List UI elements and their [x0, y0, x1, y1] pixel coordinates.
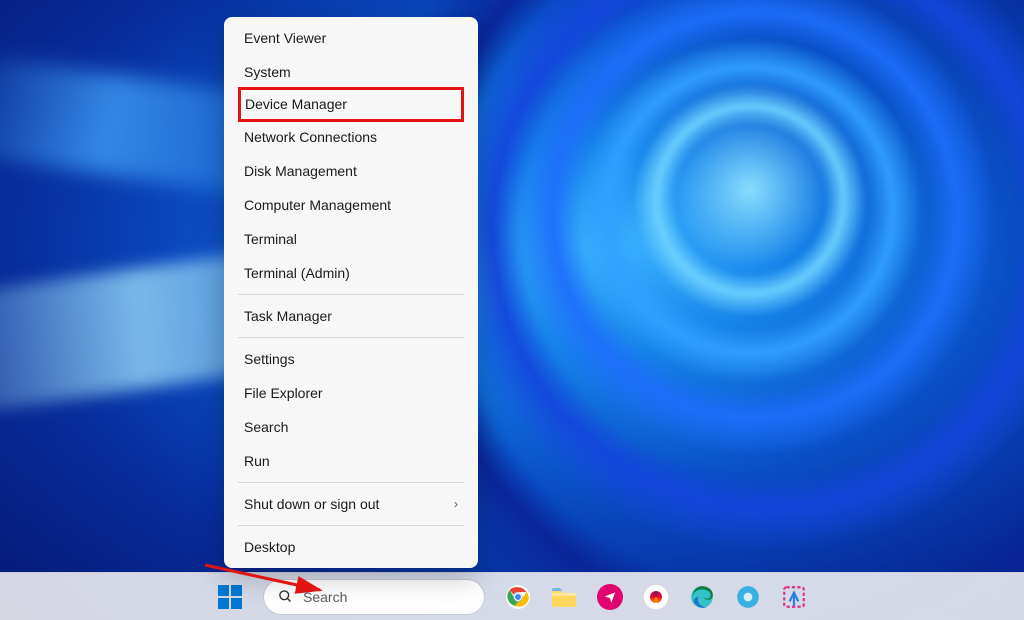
taskbar-app-4[interactable]: [636, 577, 676, 617]
menu-item-label: Computer Management: [244, 197, 391, 213]
search-placeholder: Search: [303, 589, 347, 605]
menu-item-device-manager[interactable]: Device Manager: [238, 87, 464, 122]
taskbar-app-chrome[interactable]: [498, 577, 538, 617]
chrome-icon: [505, 584, 531, 610]
menu-item-shut-down-or-sign-out[interactable]: Shut down or sign out ›: [228, 487, 474, 521]
menu-item-label: Desktop: [244, 539, 295, 555]
menu-item-label: Task Manager: [244, 308, 332, 324]
menu-separator: [238, 482, 464, 483]
menu-item-computer-management[interactable]: Computer Management: [228, 188, 474, 222]
taskbar-search[interactable]: Search: [264, 580, 484, 614]
taskbar-app-6[interactable]: [728, 577, 768, 617]
menu-item-label: Run: [244, 453, 270, 469]
search-icon: [278, 589, 293, 604]
menu-item-event-viewer[interactable]: Event Viewer: [228, 21, 474, 55]
menu-item-label: Device Manager: [245, 96, 347, 112]
taskbar: Search: [0, 572, 1024, 620]
menu-item-label: File Explorer: [244, 385, 323, 401]
menu-separator: [238, 525, 464, 526]
taskbar-app-edge[interactable]: [682, 577, 722, 617]
app-icon: [643, 584, 669, 610]
menu-item-label: Event Viewer: [244, 30, 326, 46]
menu-item-network-connections[interactable]: Network Connections: [228, 120, 474, 154]
menu-item-label: Search: [244, 419, 288, 435]
taskbar-app-file-explorer[interactable]: [544, 577, 584, 617]
menu-item-label: System: [244, 64, 291, 80]
menu-item-label: Shut down or sign out: [244, 496, 379, 512]
taskbar-app-snipping-tool[interactable]: [774, 577, 814, 617]
menu-item-terminal-admin-[interactable]: Terminal (Admin): [228, 256, 474, 290]
menu-item-file-explorer[interactable]: File Explorer: [228, 376, 474, 410]
menu-separator: [238, 294, 464, 295]
desktop: Event Viewer System Device Manager Network …: [0, 0, 1024, 620]
menu-item-settings[interactable]: Settings: [228, 342, 474, 376]
winx-context-menu: Event Viewer System Device Manager Network …: [224, 17, 478, 568]
menu-item-system[interactable]: System: [228, 55, 474, 89]
chevron-right-icon: ›: [454, 497, 458, 511]
edge-icon: [689, 584, 715, 610]
menu-item-label: Disk Management: [244, 163, 357, 179]
menu-item-run[interactable]: Run: [228, 444, 474, 478]
menu-item-search[interactable]: Search: [228, 410, 474, 444]
taskbar-app-3[interactable]: [590, 577, 630, 617]
menu-item-desktop[interactable]: Desktop: [228, 530, 474, 564]
menu-item-label: Network Connections: [244, 129, 377, 145]
menu-item-label: Terminal: [244, 231, 297, 247]
menu-separator: [238, 337, 464, 338]
folder-icon: [551, 586, 577, 608]
menu-item-task-manager[interactable]: Task Manager: [228, 299, 474, 333]
snip-icon: [781, 584, 807, 610]
app-icon: [735, 584, 761, 610]
menu-item-label: Terminal (Admin): [244, 265, 350, 281]
menu-item-label: Settings: [244, 351, 295, 367]
app-icon: [597, 584, 623, 610]
windows-logo-icon: [218, 585, 242, 609]
menu-item-disk-management[interactable]: Disk Management: [228, 154, 474, 188]
start-button[interactable]: [210, 577, 250, 617]
menu-item-terminal[interactable]: Terminal: [228, 222, 474, 256]
